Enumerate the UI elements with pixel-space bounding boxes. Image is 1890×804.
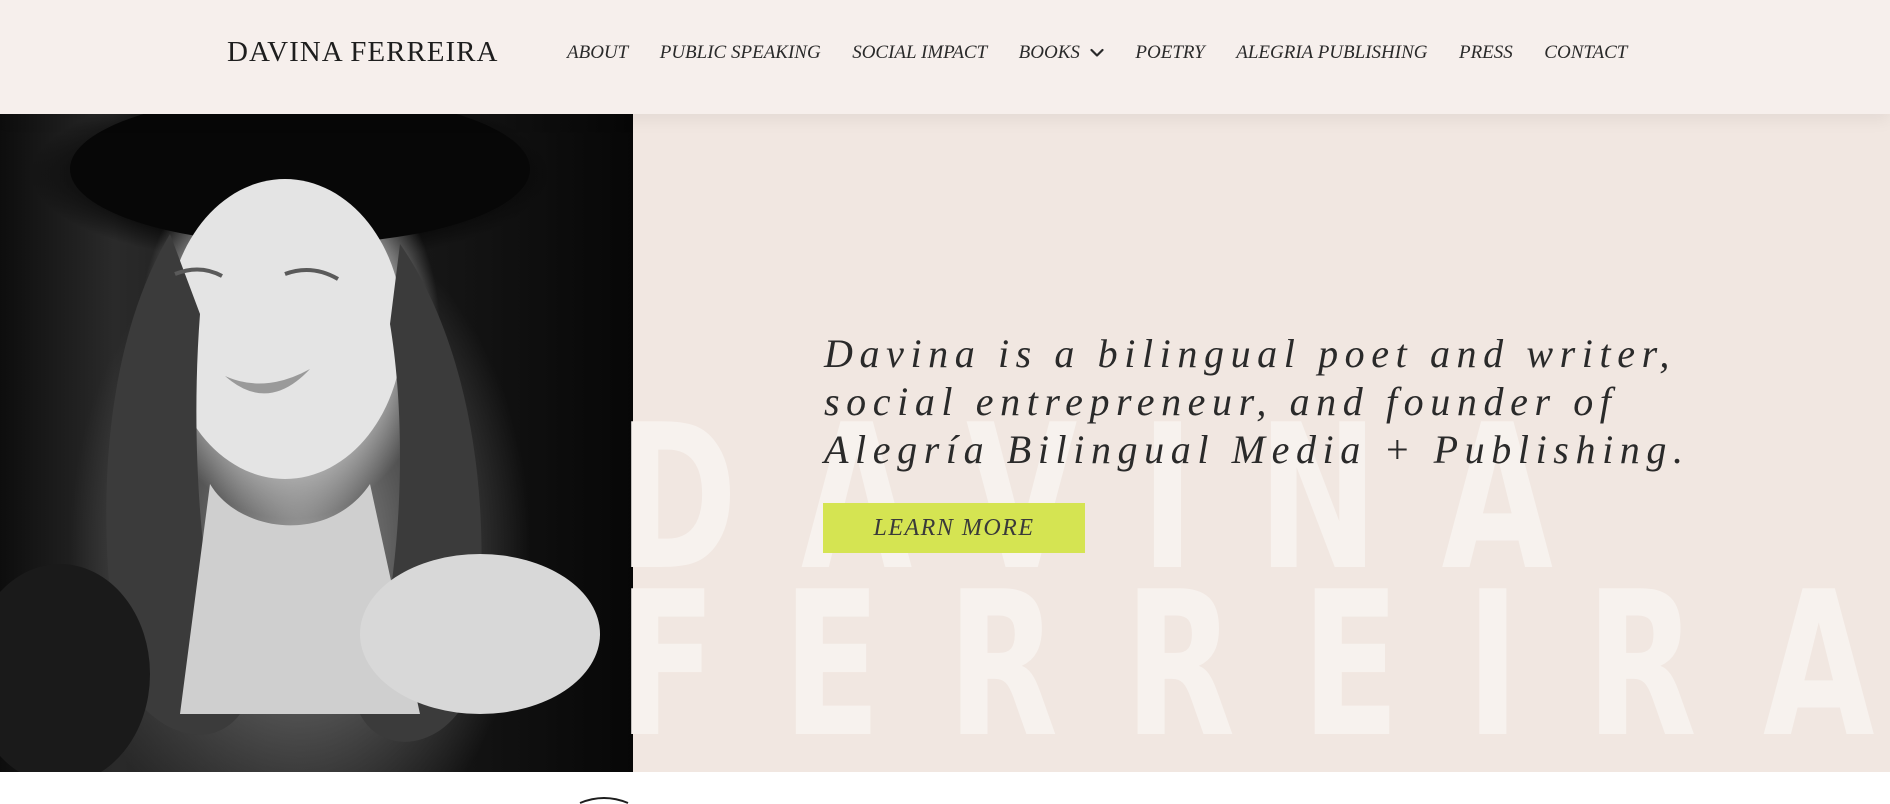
next-section: [0, 772, 1890, 802]
nav-item-label: BOOKS: [1018, 42, 1080, 63]
nav-item-about[interactable]: ABOUT: [567, 42, 628, 64]
portrait-photo: [0, 114, 633, 772]
hero-section: DAVINA FERREIRA Davina is a bilingual po…: [0, 114, 1890, 772]
nav-item-label: PRESS: [1458, 42, 1513, 63]
tagline-line: Alegría Bilingual Media + Publishing.: [824, 427, 1690, 472]
nav-item-social-impact[interactable]: SOCIAL IMPACT: [852, 42, 987, 64]
portrait-illustration: [0, 114, 600, 772]
nav-item-label: PUBLIC SPEAKING: [659, 42, 821, 63]
nav-item-books[interactable]: BOOKS: [1019, 42, 1104, 64]
nav-item-contact[interactable]: CONTACT: [1544, 42, 1627, 64]
nav-item-label: SOCIAL IMPACT: [852, 42, 988, 63]
background-word-ferreira: FERREIRA: [618, 549, 1890, 772]
site-logo[interactable]: DAVINA FERREIRA: [227, 36, 498, 69]
nav-item-alegria-publishing[interactable]: ALEGRIA PUBLISHING: [1236, 42, 1427, 64]
tagline-line: Davina is a bilingual poet and writer,: [824, 331, 1676, 376]
nav-item-public-speaking[interactable]: PUBLIC SPEAKING: [660, 42, 821, 64]
nav-item-label: CONTACT: [1544, 42, 1628, 63]
hero-tagline: Davina is a bilingual poet and writer, s…: [824, 330, 1744, 474]
nav-item-label: POETRY: [1135, 42, 1205, 63]
tagline-line: social entrepreneur, and founder of: [824, 379, 1618, 424]
chevron-down-icon[interactable]: [1090, 48, 1104, 58]
circle-icon: [579, 797, 629, 804]
nav-item-press[interactable]: PRESS: [1459, 42, 1513, 64]
main-nav: ABOUT PUBLIC SPEAKING SOCIAL IMPACT BOOK…: [567, 42, 1627, 64]
learn-more-button[interactable]: LEARN MORE: [823, 503, 1085, 553]
nav-item-label: ABOUT: [567, 42, 629, 63]
site-header: DAVINA FERREIRA ABOUT PUBLIC SPEAKING SO…: [0, 0, 1890, 114]
nav-item-poetry[interactable]: POETRY: [1135, 42, 1204, 64]
nav-item-label: ALEGRIA PUBLISHING: [1236, 42, 1428, 63]
